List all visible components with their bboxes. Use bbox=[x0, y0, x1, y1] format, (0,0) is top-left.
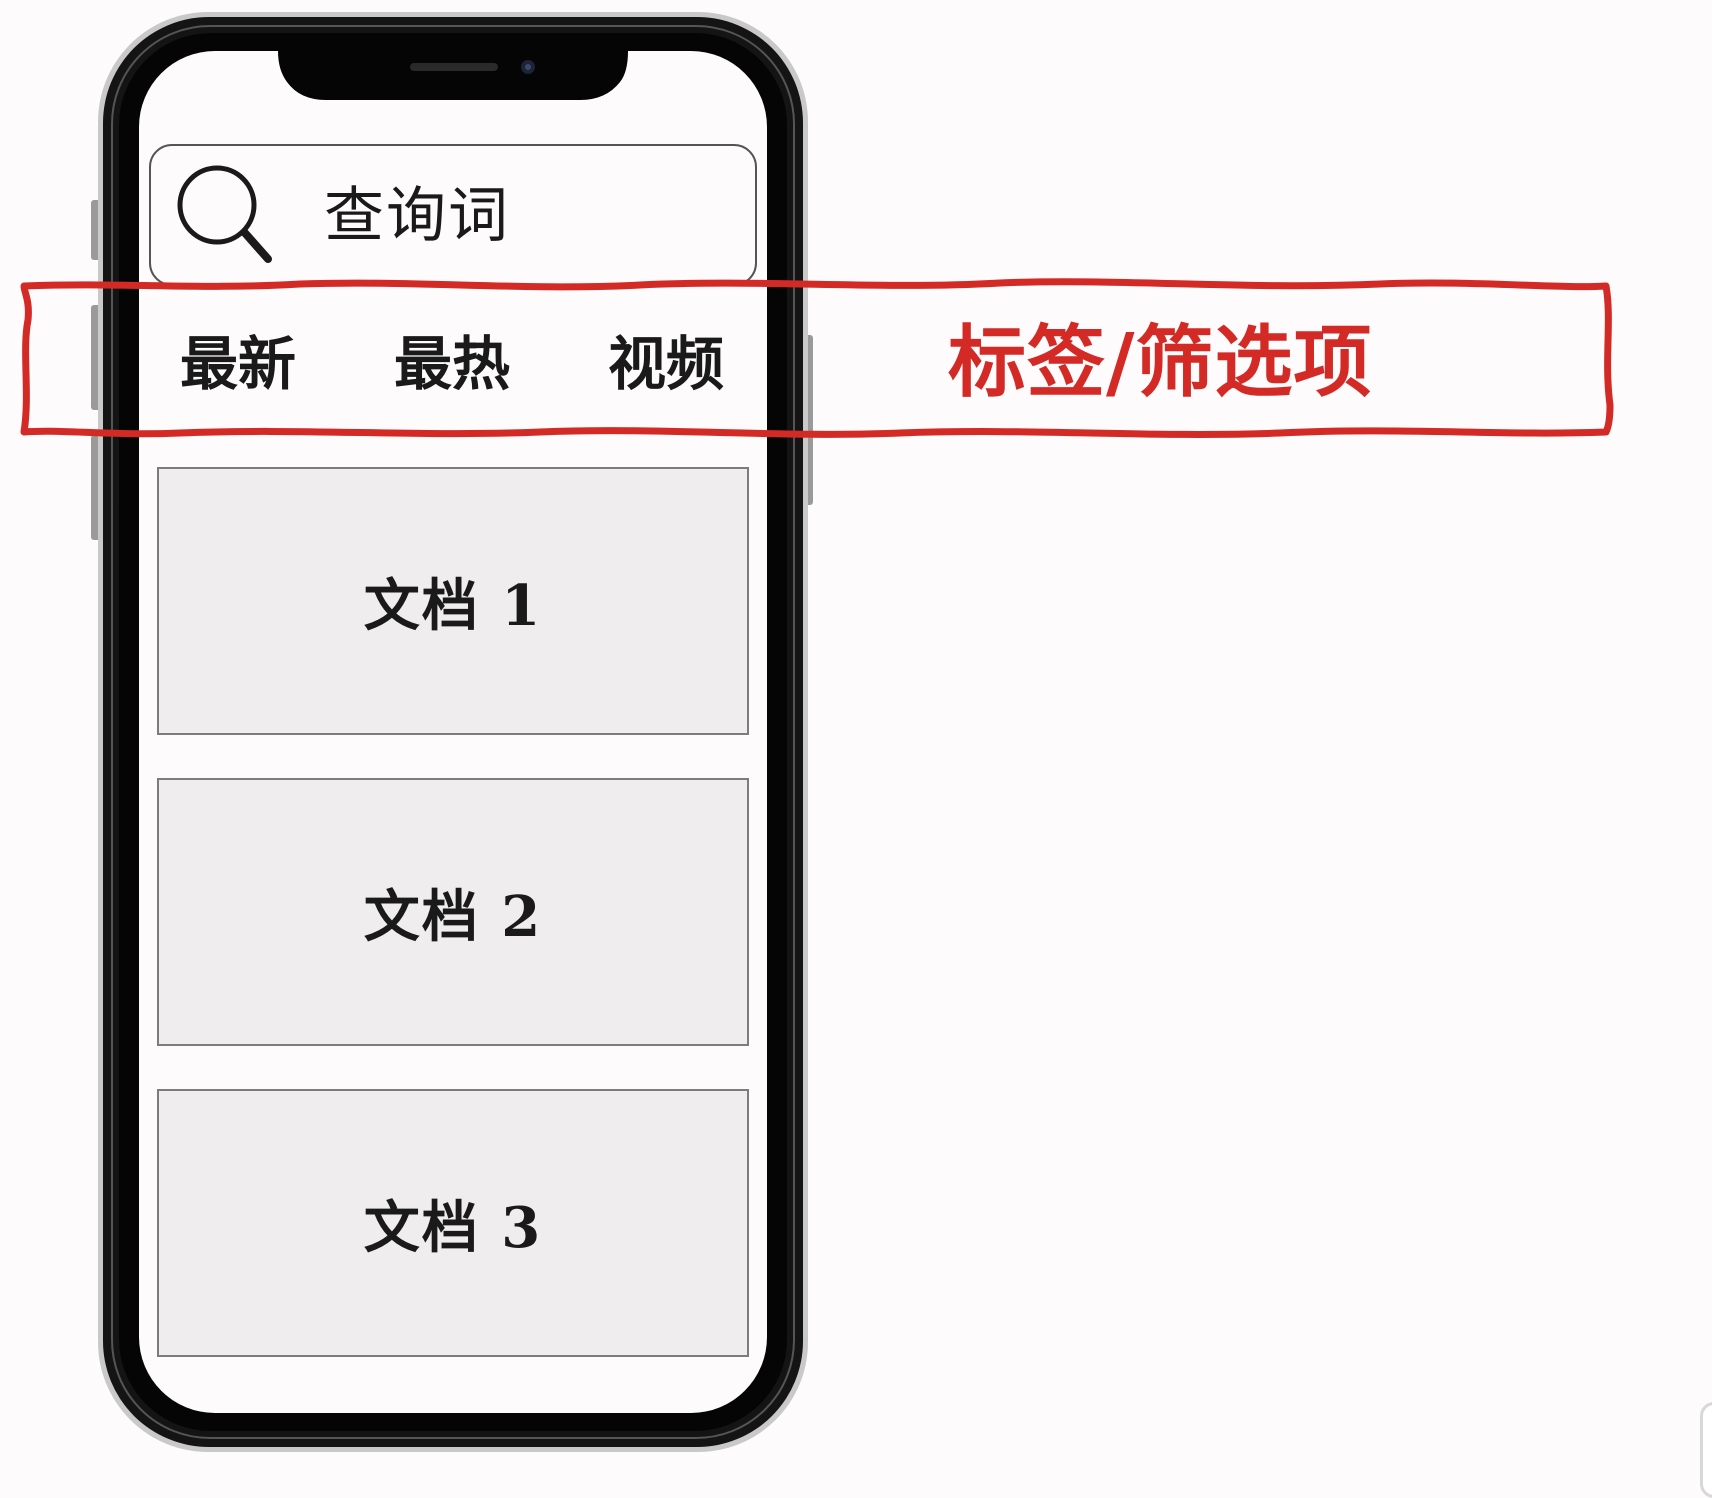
document-card-label: 文档 3 bbox=[363, 1194, 543, 1261]
document-card-2[interactable]: 文档 2 bbox=[157, 778, 749, 1046]
document-card-1[interactable]: 文档 1 bbox=[157, 467, 749, 735]
tab-hottest[interactable]: 最热 bbox=[372, 328, 532, 400]
annotation-label: 标签/筛选项 bbox=[948, 318, 1373, 408]
document-card-label: 文档 1 bbox=[363, 572, 543, 639]
document-card-3[interactable]: 文档 3 bbox=[157, 1089, 749, 1357]
tab-latest[interactable]: 最新 bbox=[158, 328, 318, 400]
speaker-grille bbox=[410, 63, 498, 71]
phone-notch bbox=[278, 51, 628, 100]
slide-canvas: 查询词 最新 最热 视频 文档 1 文档 2 文档 3 标签/筛选项 bbox=[0, 0, 1712, 1498]
document-card-label: 文档 2 bbox=[363, 883, 543, 950]
tab-video[interactable]: 视频 bbox=[586, 328, 746, 400]
search-input[interactable]: 查询词 bbox=[324, 176, 510, 256]
